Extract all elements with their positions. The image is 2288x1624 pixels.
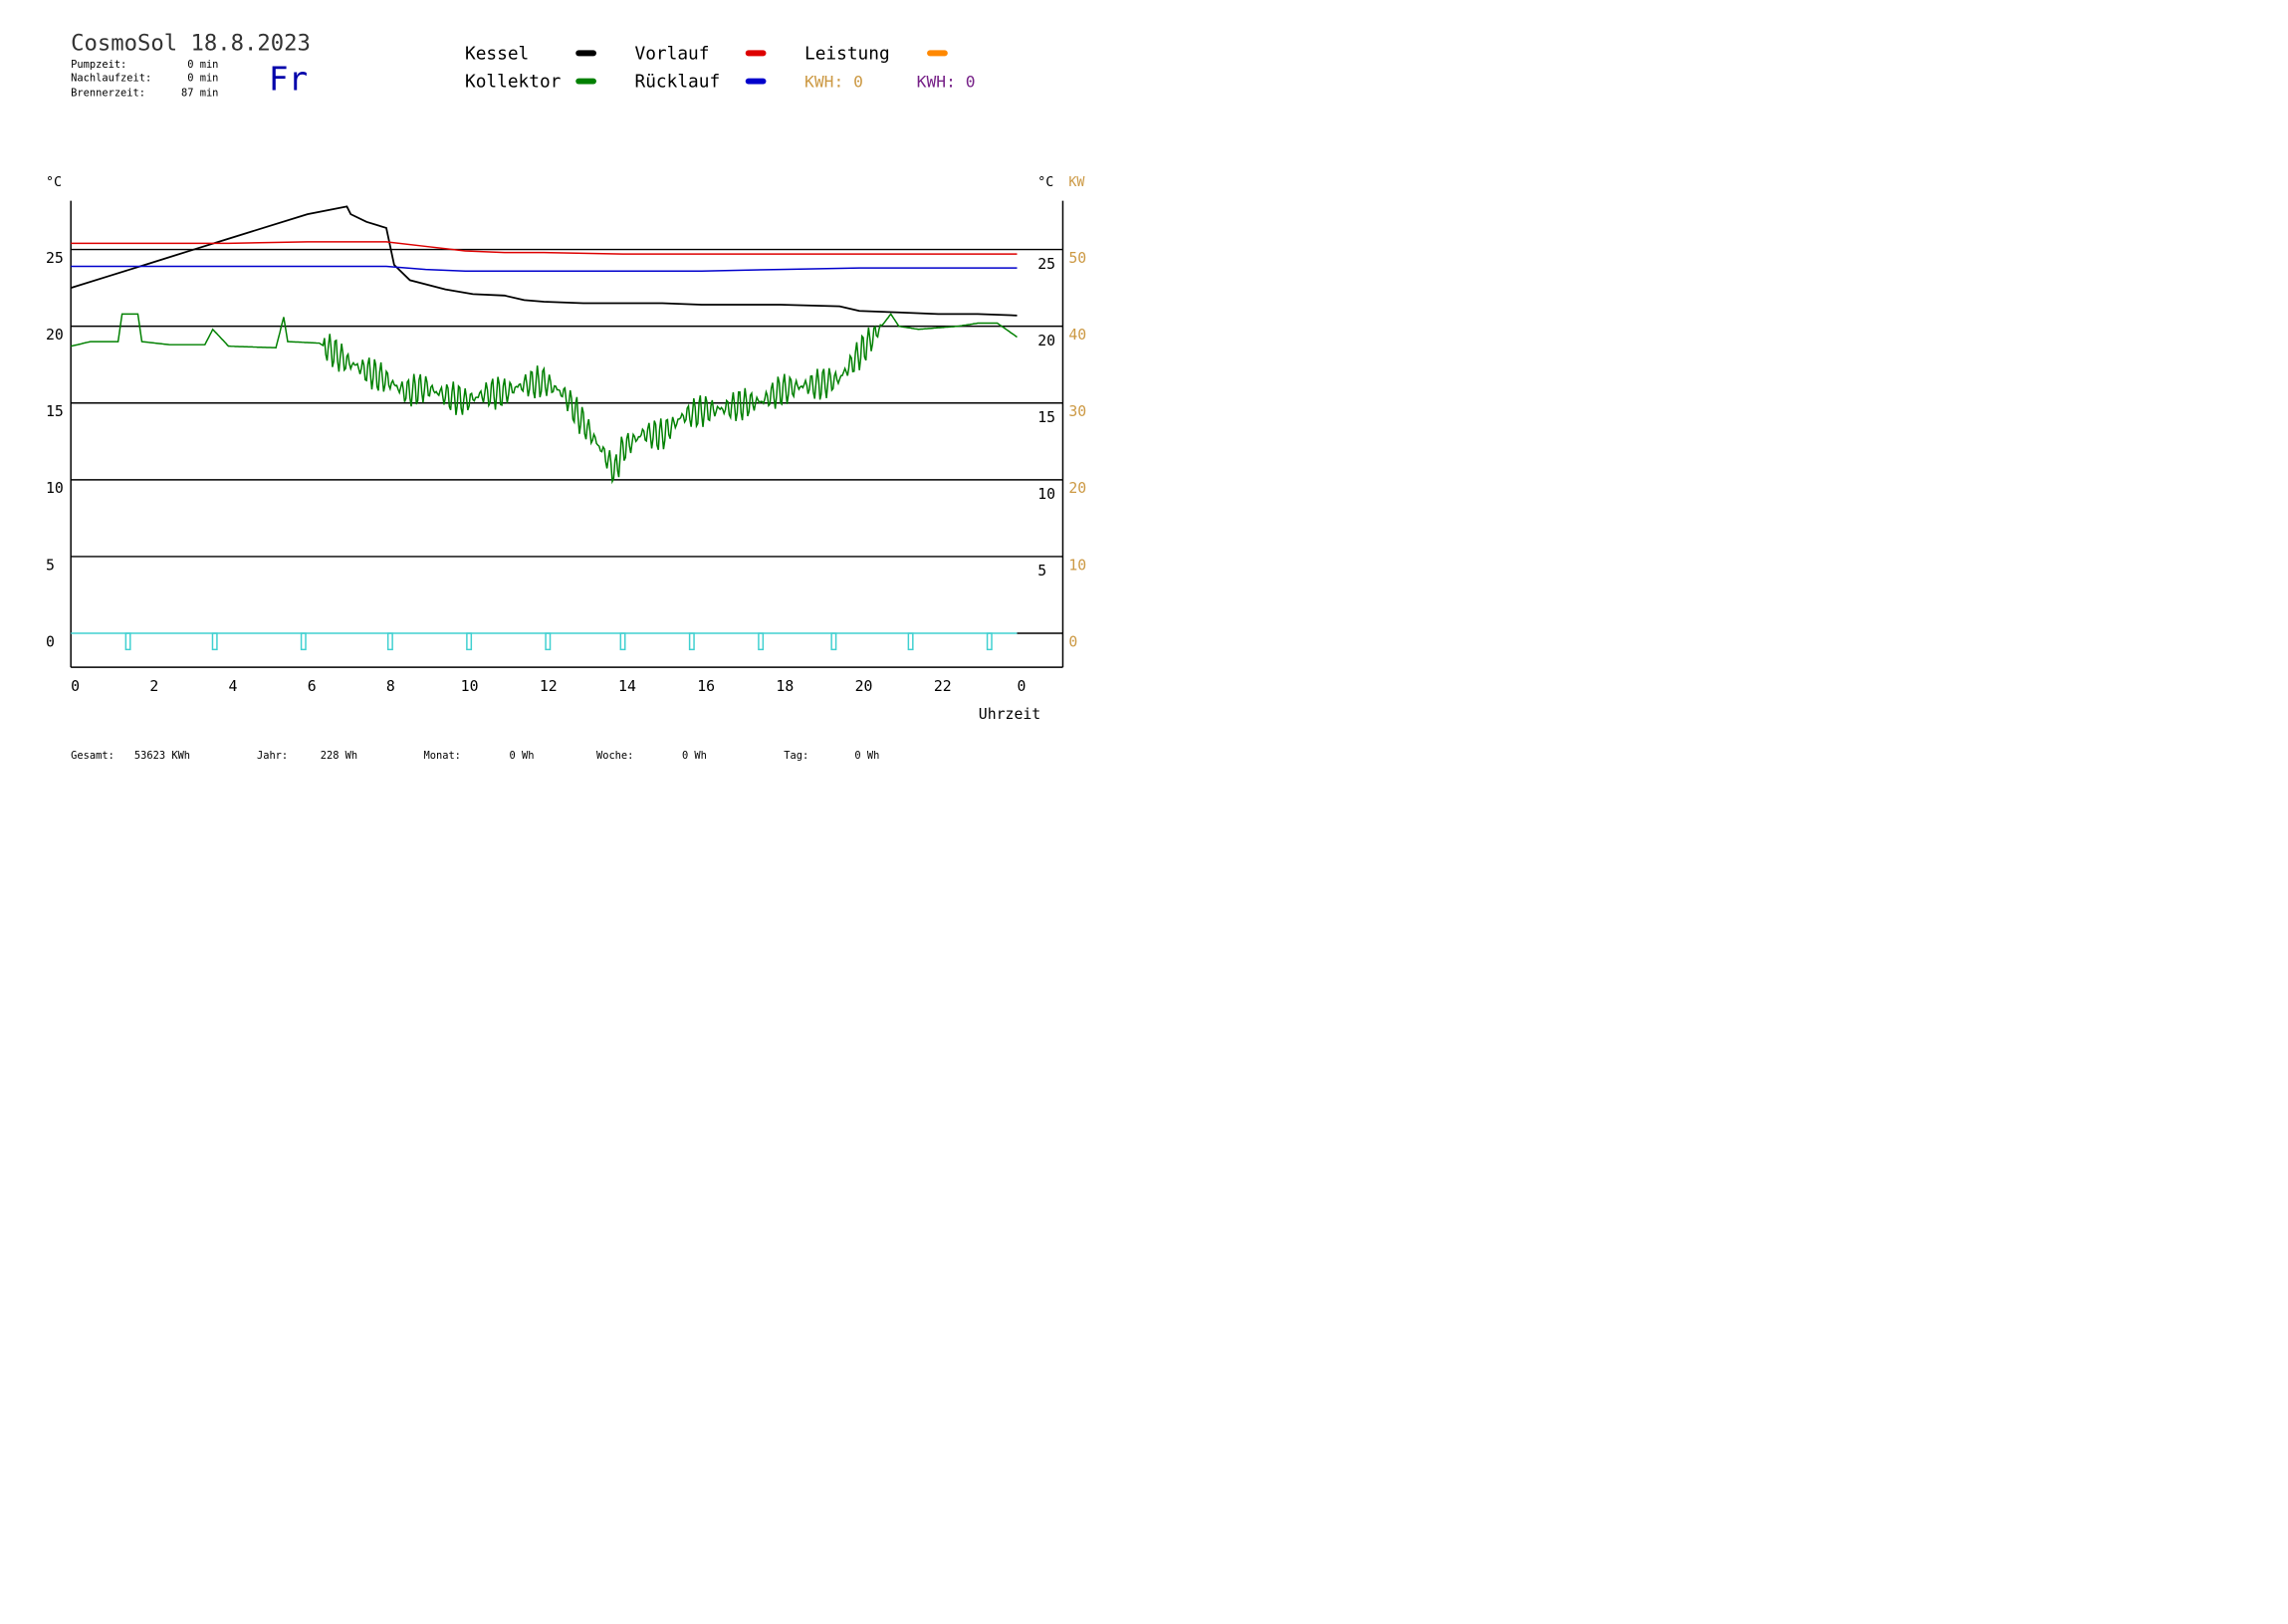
stat-value-nachlaufzeit: 0 min <box>187 73 218 85</box>
y-tick-left: 20 <box>46 327 64 344</box>
legend-vorlauf-label: Vorlauf <box>635 43 710 64</box>
cosmosol-page: CosmoSol 18.8.2023 Pumpzeit: 0 min Nachl… <box>0 0 2288 1624</box>
weekday-label: Fr <box>269 60 308 98</box>
footer-value: 53623 KWh <box>134 750 190 762</box>
pump-pulse <box>300 632 307 651</box>
y-tick-kw: 10 <box>1068 557 1086 574</box>
series-ruecklauf-line <box>71 265 1018 272</box>
footer-value: 0 Wh <box>854 750 879 762</box>
x-tick: 20 <box>855 678 873 695</box>
stat-value-brennerzeit: 87 min <box>181 87 218 99</box>
y-tick-right: 15 <box>1037 409 1055 426</box>
y-tick-kw: 30 <box>1068 403 1086 420</box>
y-tick-left: 15 <box>46 403 64 420</box>
legend-leistung-label: Leistung <box>804 43 890 64</box>
y-right-kw-unit: KW <box>1068 175 1085 190</box>
legend-ruecklauf-swatch <box>745 78 767 85</box>
stat-label-brennerzeit: Brennerzeit: <box>71 87 145 99</box>
pump-pulse <box>466 632 473 651</box>
x-tick: 22 <box>934 678 952 695</box>
footer-value: 0 Wh <box>509 750 534 762</box>
series-kessel-line <box>70 205 1018 317</box>
pump-pulse <box>619 632 626 651</box>
x-tick: 18 <box>776 678 794 695</box>
x-tick: 0 <box>1017 678 1026 695</box>
series-layer <box>70 205 1063 651</box>
x-tick: 10 <box>461 678 479 695</box>
stat-label-nachlaufzeit: Nachlaufzeit: <box>71 73 151 85</box>
y-tick-kw: 40 <box>1068 327 1086 344</box>
x-axis-label: Uhrzeit <box>979 706 1040 723</box>
x-tick: 2 <box>149 678 158 695</box>
y-tick-right: 20 <box>1037 333 1055 349</box>
pump-pulse <box>830 632 837 651</box>
legend-ruecklauf-label: Rücklauf <box>635 71 721 92</box>
pump-pulse <box>986 632 993 651</box>
pump-pulse <box>688 632 695 651</box>
y-tick-left: 0 <box>46 633 55 650</box>
page-title: CosmoSol 18.8.2023 <box>71 30 311 56</box>
y-tick-kw: 0 <box>1068 633 1077 650</box>
y-tick-left: 10 <box>46 480 64 497</box>
y-tick-left: 25 <box>46 250 64 267</box>
legend-kwh-leistung: KWH: 0 <box>804 72 863 91</box>
legend-kwh-total: KWH: 0 <box>917 72 976 91</box>
y-tick-right: 10 <box>1037 486 1055 503</box>
x-tick: 8 <box>386 678 395 695</box>
x-tick: 14 <box>618 678 636 695</box>
legend-kollektor-swatch <box>575 78 596 85</box>
footer-value: 228 Wh <box>321 750 357 762</box>
footer-label: Gesamt: <box>71 750 114 762</box>
energy-summary: Gesamt: 53623 KWh Jahr: 228 Wh Monat: 0 Wh Woc… <box>71 750 879 762</box>
pump-pulse <box>386 632 393 651</box>
pump-pulse <box>907 632 914 651</box>
tick-labels: 0 5 10 15 20 25 5 10 15 20 25 0 10 20 30 40 50 0 2 4 6 8 10 12 1… <box>46 250 1086 695</box>
series-vorlauf-line <box>71 241 1018 255</box>
pump-pulse <box>758 632 765 651</box>
cosmosol-chart: CosmoSol 18.8.2023 Pumpzeit: 0 min Nachl… <box>46 30 1086 762</box>
footer-label: Woche: <box>596 750 633 762</box>
stat-label-pumpzeit: Pumpzeit: <box>71 59 126 71</box>
legend-kessel-swatch <box>575 50 596 57</box>
legend-kollektor-label: Kollektor <box>465 71 562 92</box>
y-tick-kw: 50 <box>1068 250 1086 267</box>
legend-vorlauf-swatch <box>745 50 767 57</box>
x-tick: 4 <box>229 678 238 695</box>
pump-pulse <box>211 632 218 651</box>
legend-kessel-label: Kessel <box>465 43 529 64</box>
footer-label: Jahr: <box>257 750 288 762</box>
stat-value-pumpzeit: 0 min <box>187 59 218 71</box>
pump-pulse <box>545 632 552 651</box>
footer-label: Tag: <box>784 750 808 762</box>
x-tick: 12 <box>540 678 558 695</box>
series-kollektor-line <box>71 313 1018 485</box>
y-tick-right: 25 <box>1037 256 1055 273</box>
legend-leistung-swatch <box>927 50 948 57</box>
y-tick-left: 5 <box>46 557 55 574</box>
x-tick: 16 <box>697 678 715 695</box>
y-left-unit: °C <box>46 175 62 190</box>
y-right-unit: °C <box>1037 175 1053 190</box>
pump-pulse <box>124 632 131 651</box>
y-tick-kw: 20 <box>1068 480 1086 497</box>
y-tick-right: 5 <box>1037 563 1046 580</box>
x-tick: 6 <box>308 678 317 695</box>
footer-value: 0 Wh <box>682 750 707 762</box>
x-tick: 0 <box>71 678 80 695</box>
footer-label: Monat: <box>424 750 461 762</box>
